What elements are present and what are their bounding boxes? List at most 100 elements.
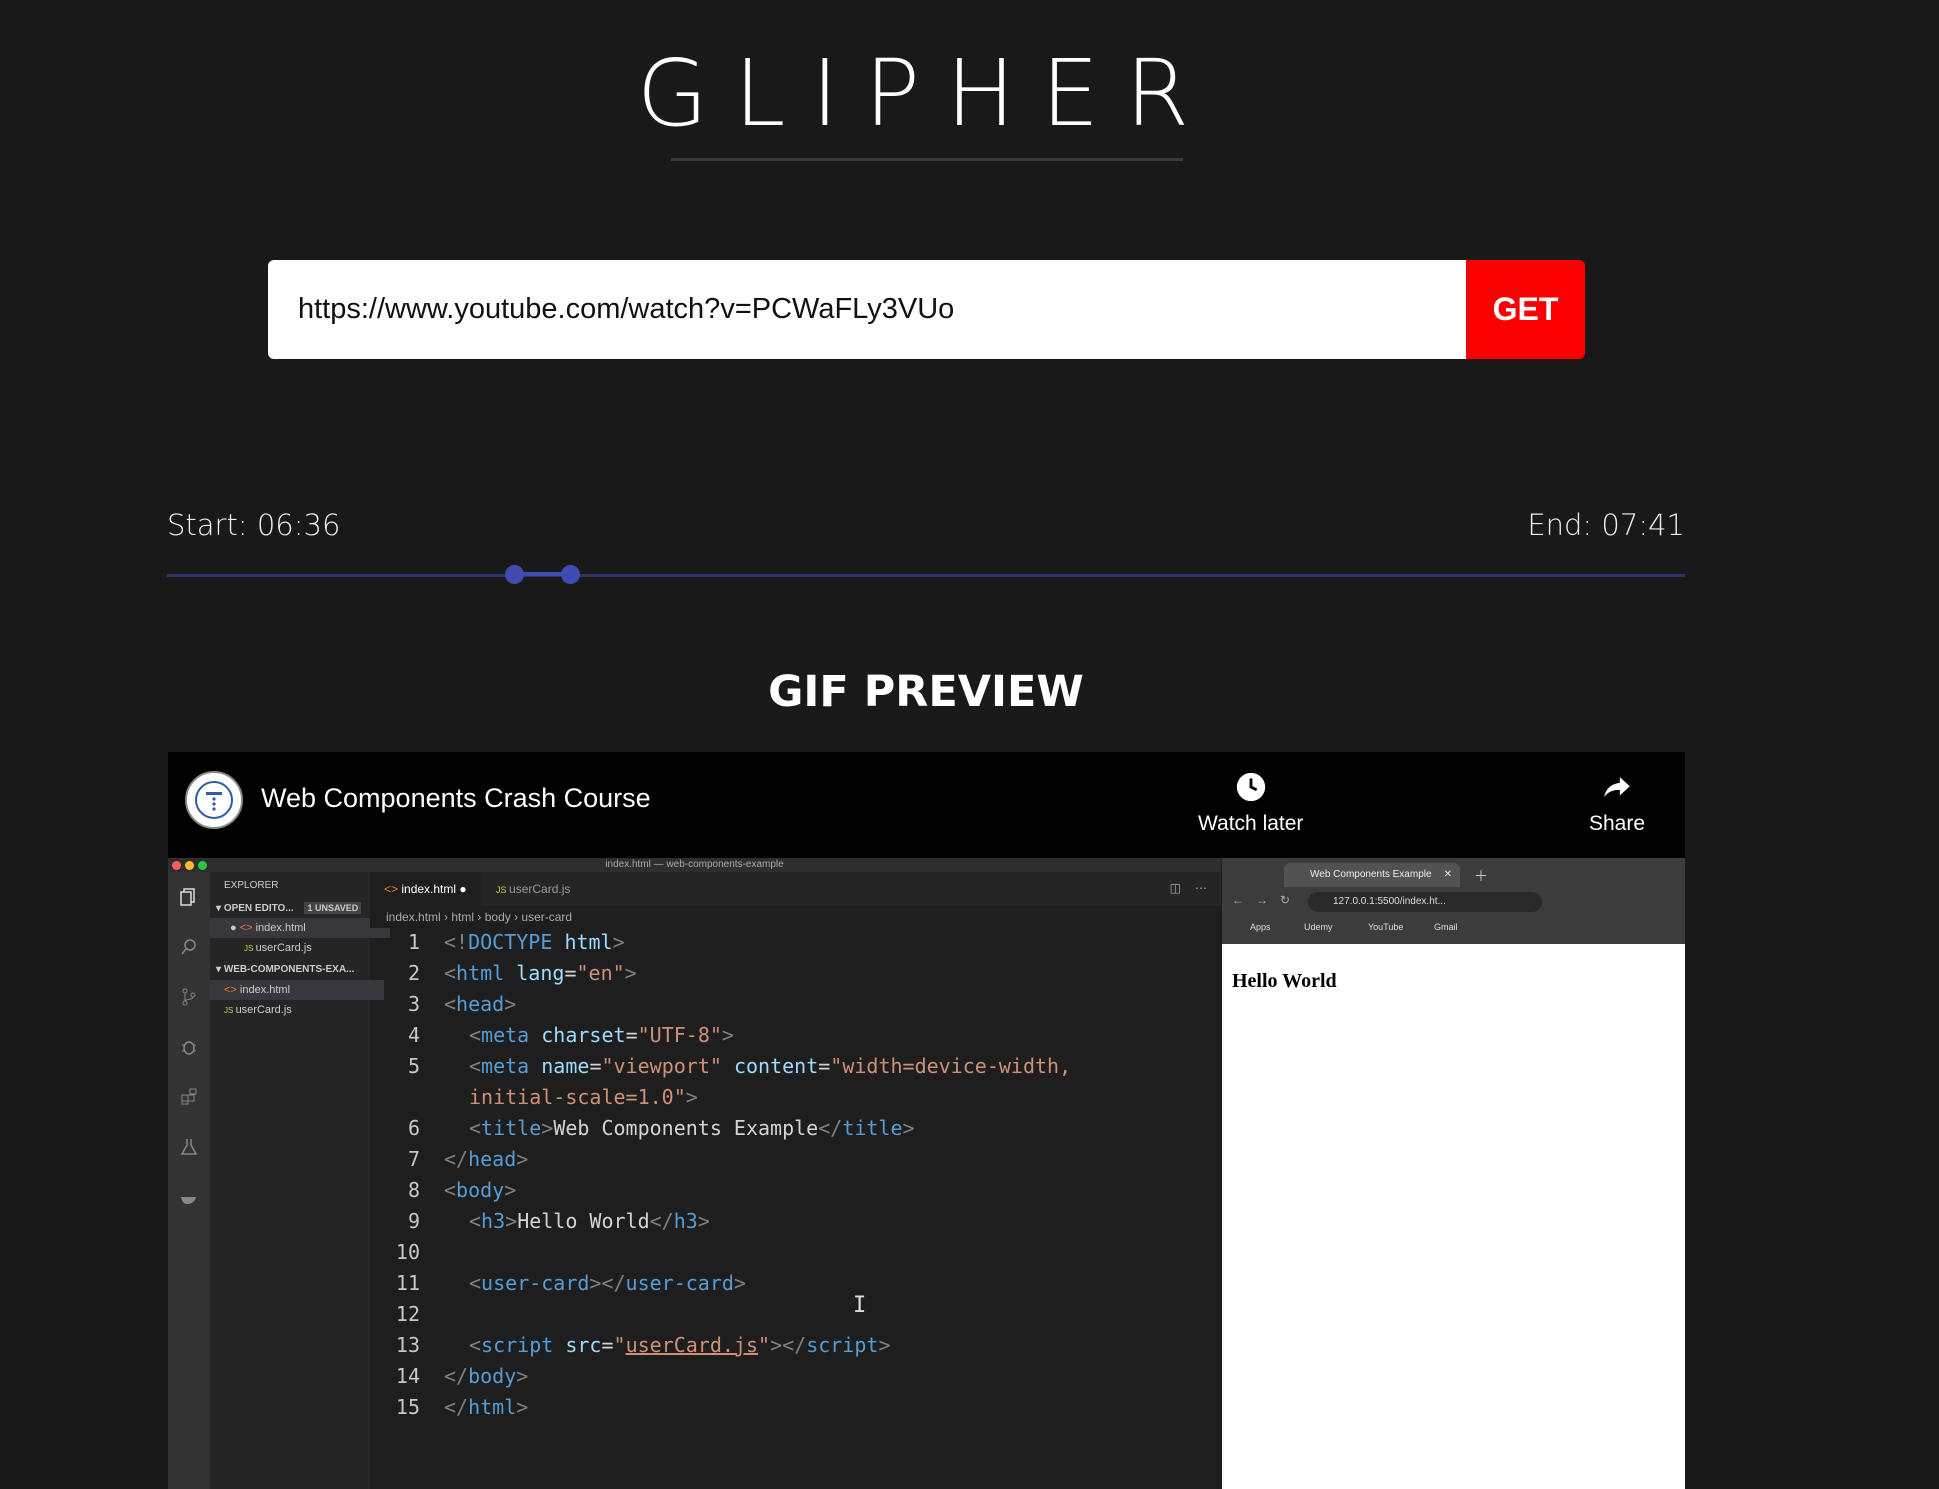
breadcrumb-item[interactable]: index.html — [386, 910, 441, 924]
docker-icon — [176, 1184, 202, 1210]
chevron-down-icon: ▾ — [216, 903, 224, 914]
html-file-icon: <> — [384, 882, 402, 896]
maximize-dot-icon — [198, 861, 207, 870]
editor-titlebar: index.html — web-components-example — [168, 858, 1221, 872]
browser-page-heading: Hello World — [1232, 970, 1337, 992]
testing-icon — [176, 1134, 202, 1160]
line-number: 9 — [407, 1209, 420, 1233]
line-number: 3 — [407, 992, 420, 1016]
gif-preview-heading: GIF PREVIEW — [768, 667, 1084, 717]
bookmark-item[interactable]: YouTube — [1368, 922, 1403, 932]
minimize-dot-icon — [185, 861, 194, 870]
js-file-icon: JS — [496, 885, 510, 895]
editor-window-title: index.html — web-components-example — [605, 859, 784, 870]
reload-icon[interactable]: ↻ — [1280, 893, 1290, 907]
new-tab-icon[interactable]: ＋ — [1474, 866, 1488, 886]
tab-usercard-js[interactable]: JS userCard.js — [482, 872, 584, 906]
back-icon[interactable]: ← — [1232, 893, 1244, 907]
breadcrumb-item[interactable]: html — [451, 910, 474, 924]
bookmark-item[interactable]: Gmail — [1434, 922, 1458, 932]
line-number: 13 — [395, 1333, 420, 1357]
code-line: </body> — [444, 1364, 529, 1388]
close-tab-icon[interactable]: ✕ — [1444, 863, 1452, 887]
url-bar: GET — [268, 260, 1585, 359]
code-line: </html> — [444, 1395, 529, 1419]
unsaved-badge: 1 UNSAVED — [304, 902, 362, 914]
html-file-icon: <> — [239, 922, 256, 934]
project-label: WEB-COMPONENTS-EXA... — [223, 964, 355, 975]
watch-later-label: Watch later — [1198, 812, 1304, 835]
logo: GLIPHER — [636, 40, 1216, 147]
project-file-item[interactable]: JS userCard.js — [210, 1000, 384, 1020]
line-number: 15 — [395, 1395, 420, 1419]
code-line: <user-card></user-card> — [469, 1271, 746, 1295]
line-number: 12 — [395, 1302, 420, 1326]
clock-icon — [1236, 772, 1265, 802]
range-slider-start-thumb[interactable] — [505, 565, 524, 584]
code-line: <h3>Hello World</h3> — [469, 1209, 710, 1233]
split-editor-icon[interactable]: ◫ — [1170, 881, 1181, 895]
project-header[interactable]: ▾ WEB-COMPONENTS-EXA... — [210, 960, 376, 980]
line-number: 10 — [395, 1240, 420, 1264]
line-number: 1 — [407, 930, 420, 954]
video-frame: index.html — web-components-example EXPL… — [168, 858, 1685, 1489]
editor-tabs: <> index.html ● JS userCard.js ◫ ⋯ — [370, 872, 1221, 906]
line-number: 8 — [407, 1178, 420, 1202]
channel-avatar[interactable] — [185, 771, 243, 829]
url-input[interactable] — [268, 260, 1466, 359]
code-line: <script src="userCard.js"></script> — [469, 1333, 891, 1357]
open-editors-header[interactable]: ▾ OPEN EDITO... 1 UNSAVED — [210, 898, 376, 918]
code-line: initial-scale=1.0"> — [469, 1085, 698, 1109]
start-time-label: Start: 06:36 — [167, 508, 341, 542]
line-number: 2 — [407, 961, 420, 985]
forward-icon[interactable]: → — [1256, 893, 1268, 907]
breadcrumb-item[interactable]: body — [485, 910, 511, 924]
extensions-icon — [176, 1084, 202, 1110]
code-line: <!DOCTYPE html> — [444, 930, 625, 954]
address-text: 127.0.0.1:5500/index.ht... — [1333, 896, 1446, 907]
project-file-item[interactable]: <> index.html — [210, 980, 384, 1000]
breadcrumb-item[interactable]: user-card — [521, 910, 572, 924]
open-file-label: index.html — [255, 922, 306, 934]
line-number: 14 — [395, 1364, 420, 1388]
channel-logo-icon — [195, 781, 233, 819]
browser-chrome: Web Components Example ✕ ＋ ← → ↻ 127.0.0.… — [1222, 858, 1685, 944]
end-time-label: End: 07:41 — [1527, 508, 1685, 542]
code-editor[interactable]: 1 2 3 4 5 6 7 8 9 10 11 12 13 14 15 <!DO… — [370, 930, 1221, 1489]
html-file-icon: <> — [224, 984, 240, 996]
code-line: <meta charset="UTF-8"> — [469, 1023, 734, 1047]
range-slider-end-thumb[interactable] — [561, 565, 580, 584]
more-actions-icon[interactable]: ⋯ — [1195, 881, 1207, 895]
watch-later-button[interactable]: Watch later — [1198, 770, 1303, 836]
explorer-panel: EXPLORER ▾ OPEN EDITO... 1 UNSAVED ● <> … — [210, 872, 390, 1489]
debug-icon — [176, 1034, 202, 1060]
code-line: <title>Web Components Example</title> — [469, 1116, 915, 1140]
range-slider-track[interactable] — [167, 574, 1685, 577]
bookmark-item[interactable]: Apps — [1250, 922, 1271, 932]
video-player[interactable]: Web Components Crash Course Watch later … — [168, 752, 1685, 1489]
unsaved-dot-icon: ● — [456, 882, 467, 896]
code-line: <body> — [444, 1178, 517, 1202]
browser-tab[interactable]: Web Components Example ✕ — [1284, 863, 1460, 887]
code-line: <head> — [444, 992, 517, 1016]
share-button[interactable]: Share — [1589, 770, 1645, 836]
project-file-label: index.html — [239, 984, 291, 996]
open-file-item[interactable]: ● <> index.html — [210, 918, 390, 938]
project-file-label: userCard.js — [235, 1004, 292, 1016]
line-number: 7 — [407, 1147, 420, 1171]
get-button[interactable]: GET — [1466, 260, 1585, 359]
breadcrumb: index.html › html › body › user-card — [370, 906, 1221, 928]
activity-bar — [168, 872, 210, 1489]
unsaved-dot-icon: ● — [230, 922, 240, 934]
code-line: </head> — [444, 1147, 529, 1171]
tab-index-html[interactable]: <> index.html ● — [370, 872, 481, 906]
address-bar[interactable]: 127.0.0.1:5500/index.ht... — [1308, 892, 1542, 912]
line-number: 11 — [395, 1271, 420, 1295]
text-cursor-icon: I — [853, 1293, 867, 1318]
code-line: <html lang="en"> — [444, 961, 637, 985]
video-title[interactable]: Web Components Crash Course — [261, 783, 651, 814]
bookmark-item[interactable]: Udemy — [1304, 922, 1333, 932]
browser-window: Web Components Example ✕ ＋ ← → ↻ 127.0.0.… — [1222, 858, 1685, 1489]
js-file-icon: JS — [244, 944, 256, 953]
source-control-icon — [176, 984, 202, 1010]
